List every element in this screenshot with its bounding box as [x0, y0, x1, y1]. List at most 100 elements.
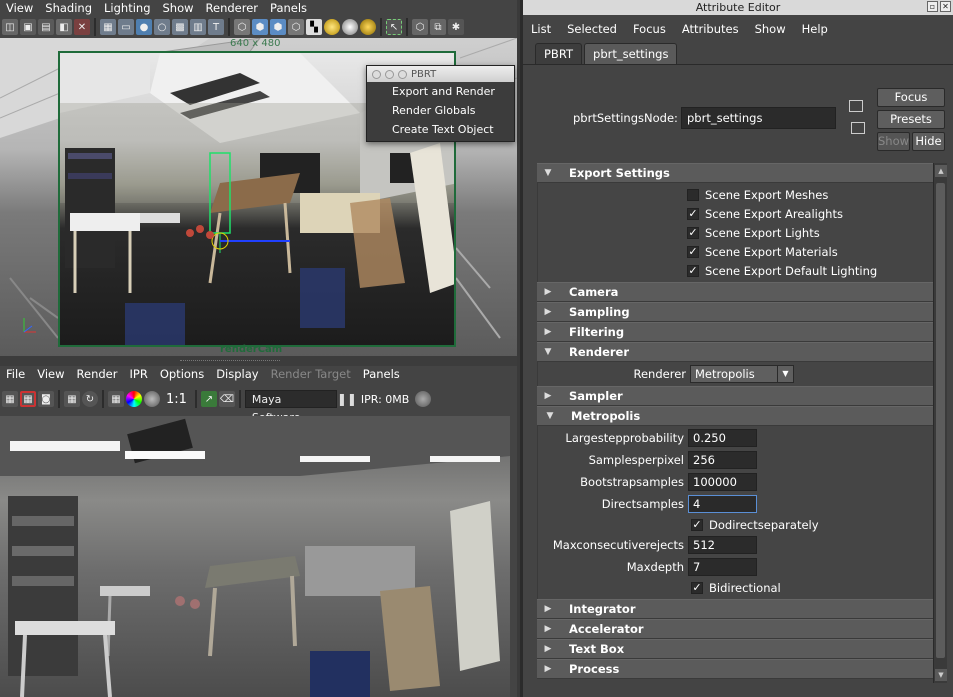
largestepprobability-field[interactable]: 0.250 — [688, 429, 757, 447]
renderer-select[interactable]: Maya Software — [244, 390, 337, 424]
ae-menu-help[interactable]: Help — [794, 22, 836, 36]
film-gate-icon[interactable]: ▭ — [118, 19, 134, 35]
scene-export-meshes-checkbox[interactable] — [687, 188, 699, 201]
export-and-render-item[interactable]: Export and Render — [367, 82, 514, 101]
maxdepth-field[interactable]: 7 — [688, 558, 757, 576]
output-connection-icon[interactable] — [851, 122, 865, 134]
section-sampling[interactable]: ▶ Sampling — [537, 302, 933, 322]
scroll-down-icon[interactable]: ▼ — [935, 669, 947, 681]
ae-menu-attributes[interactable]: Attributes — [674, 22, 747, 36]
rv-menu-render[interactable]: Render — [71, 366, 124, 384]
two-d-pan-zoom-icon[interactable]: ✕ — [74, 19, 90, 35]
section-accelerator[interactable]: ▶ Accelerator — [537, 619, 933, 639]
section-export-settings[interactable]: ▼ Export Settings — [537, 163, 933, 183]
show-button[interactable]: Show — [877, 132, 910, 151]
rv-menu-render-target[interactable]: Render Target — [265, 366, 357, 384]
rv-menu-options[interactable]: Options — [154, 366, 210, 384]
refresh-ipr-icon[interactable]: ↻ — [82, 391, 98, 407]
pbrt-window-titlebar[interactable]: PBRT — [367, 66, 514, 82]
ae-menu-selected[interactable]: Selected — [559, 22, 625, 36]
pause-ipr-icon[interactable]: ❚❚ — [337, 391, 357, 407]
scrollbar-thumb[interactable] — [936, 183, 945, 658]
shadows-icon[interactable] — [342, 19, 358, 35]
minimize-window-icon[interactable] — [385, 69, 394, 79]
ae-menu-show[interactable]: Show — [747, 22, 794, 36]
close-window-icon[interactable]: ✕ — [940, 1, 951, 12]
textured-icon[interactable]: ▚ — [306, 19, 322, 35]
share-icon[interactable]: ✱ — [448, 19, 464, 35]
rv-menu-file[interactable]: File — [0, 366, 31, 384]
input-connection-icon[interactable] — [849, 100, 863, 112]
panel-splitter[interactable] — [0, 356, 517, 366]
hide-button[interactable]: Hide — [912, 132, 945, 151]
grid-icon[interactable]: ▦ — [100, 19, 116, 35]
ae-menu-list[interactable]: List — [523, 22, 559, 36]
display-rgb-icon[interactable] — [126, 391, 142, 407]
rv-menu-panels[interactable]: Panels — [357, 366, 406, 384]
render-globals-item[interactable]: Render Globals — [367, 101, 514, 120]
ratio-label[interactable]: 1:1 — [166, 392, 187, 407]
display-alpha-icon[interactable] — [144, 391, 160, 407]
scene-export-lights-checkbox[interactable]: ✓ — [687, 226, 699, 239]
tab-pbrt[interactable]: PBRT — [535, 43, 583, 64]
gate-mask-icon[interactable]: ○ — [154, 19, 170, 35]
section-filtering[interactable]: ▶ Filtering — [537, 322, 933, 342]
wireframe-on-shaded-icon[interactable]: ⬢ — [270, 19, 286, 35]
menu-shading[interactable]: Shading — [39, 0, 98, 16]
section-integrator[interactable]: ▶ Integrator — [537, 599, 933, 619]
samplesperpixel-field[interactable]: 256 — [688, 451, 757, 469]
node-name-field[interactable]: pbrt_settings — [681, 107, 836, 129]
snapshot-icon[interactable]: ◙ — [38, 391, 54, 407]
scene-export-default-lighting-checkbox[interactable]: ✓ — [687, 264, 699, 277]
section-renderer[interactable]: ▼ Renderer — [537, 342, 933, 362]
render-settings-icon[interactable]: ▦ — [108, 391, 124, 407]
bookmark-icon[interactable]: ▤ — [38, 19, 54, 35]
multisample-icon[interactable]: ⧉ — [430, 19, 446, 35]
zoom-window-icon[interactable] — [398, 69, 407, 79]
wireframe-icon[interactable]: ⬡ — [234, 19, 250, 35]
section-process[interactable]: ▶ Process — [537, 659, 933, 679]
rv-menu-ipr[interactable]: IPR — [124, 366, 154, 384]
camera-attributes-icon[interactable]: ▣ — [20, 19, 36, 35]
section-sampler[interactable]: ▶ Sampler — [537, 386, 933, 406]
close-window-icon[interactable] — [372, 69, 381, 79]
presets-button[interactable]: Presets — [877, 110, 945, 129]
image-plane-icon[interactable]: ◧ — [56, 19, 72, 35]
ae-menu-focus[interactable]: Focus — [625, 22, 674, 36]
redo-render-icon[interactable]: ▦ — [2, 391, 18, 407]
scroll-up-icon[interactable]: ▲ — [935, 165, 947, 177]
rendered-image[interactable] — [0, 416, 510, 697]
render-region-icon[interactable]: ▦ — [20, 391, 36, 407]
restore-window-icon[interactable]: ▫ — [927, 1, 938, 12]
safe-action-icon[interactable]: ▥ — [190, 19, 206, 35]
resolution-gate-icon[interactable]: ● — [136, 19, 152, 35]
dodirectseparately-checkbox[interactable]: ✓ — [691, 518, 703, 531]
scene-export-arealights-checkbox[interactable]: ✓ — [687, 207, 699, 220]
keep-image-icon[interactable]: ↗ — [200, 391, 217, 407]
ipr-render-icon[interactable]: ▦ — [64, 391, 80, 407]
remove-image-icon[interactable]: ⌫ — [218, 391, 235, 407]
create-text-object-item[interactable]: Create Text Object — [367, 120, 514, 139]
tab-pbrt-settings[interactable]: pbrt_settings — [584, 43, 678, 64]
field-chart-icon[interactable]: ▩ — [172, 19, 188, 35]
ambient-occlusion-icon[interactable] — [360, 19, 376, 35]
menu-view[interactable]: View — [0, 0, 39, 16]
attribute-editor-titlebar[interactable]: Attribute Editor ▫ ✕ — [523, 0, 953, 15]
high-quality-icon[interactable]: ⬡ — [412, 19, 428, 35]
use-all-lights-icon[interactable] — [324, 19, 340, 35]
rv-menu-view[interactable]: View — [31, 366, 70, 384]
safe-title-icon[interactable]: T — [208, 19, 224, 35]
menu-lighting[interactable]: Lighting — [98, 0, 156, 16]
xray-icon[interactable]: ⬡ — [288, 19, 304, 35]
bidirectional-checkbox[interactable]: ✓ — [691, 581, 703, 594]
section-text-box[interactable]: ▶ Text Box — [537, 639, 933, 659]
directsamples-field[interactable]: 4 — [688, 495, 757, 513]
section-camera[interactable]: ▶ Camera — [537, 282, 933, 302]
attribute-scrollbar[interactable]: ▲ ▼ — [933, 163, 947, 683]
menu-renderer[interactable]: Renderer — [200, 0, 265, 16]
scene-export-materials-checkbox[interactable]: ✓ — [687, 245, 699, 258]
isolate-select-icon[interactable]: ↖ — [386, 19, 402, 35]
section-metropolis[interactable]: ▼ Metropolis — [537, 406, 933, 426]
focus-button[interactable]: Focus — [877, 88, 945, 107]
renderer-dropdown[interactable]: Metropolis ▼ — [690, 365, 794, 383]
